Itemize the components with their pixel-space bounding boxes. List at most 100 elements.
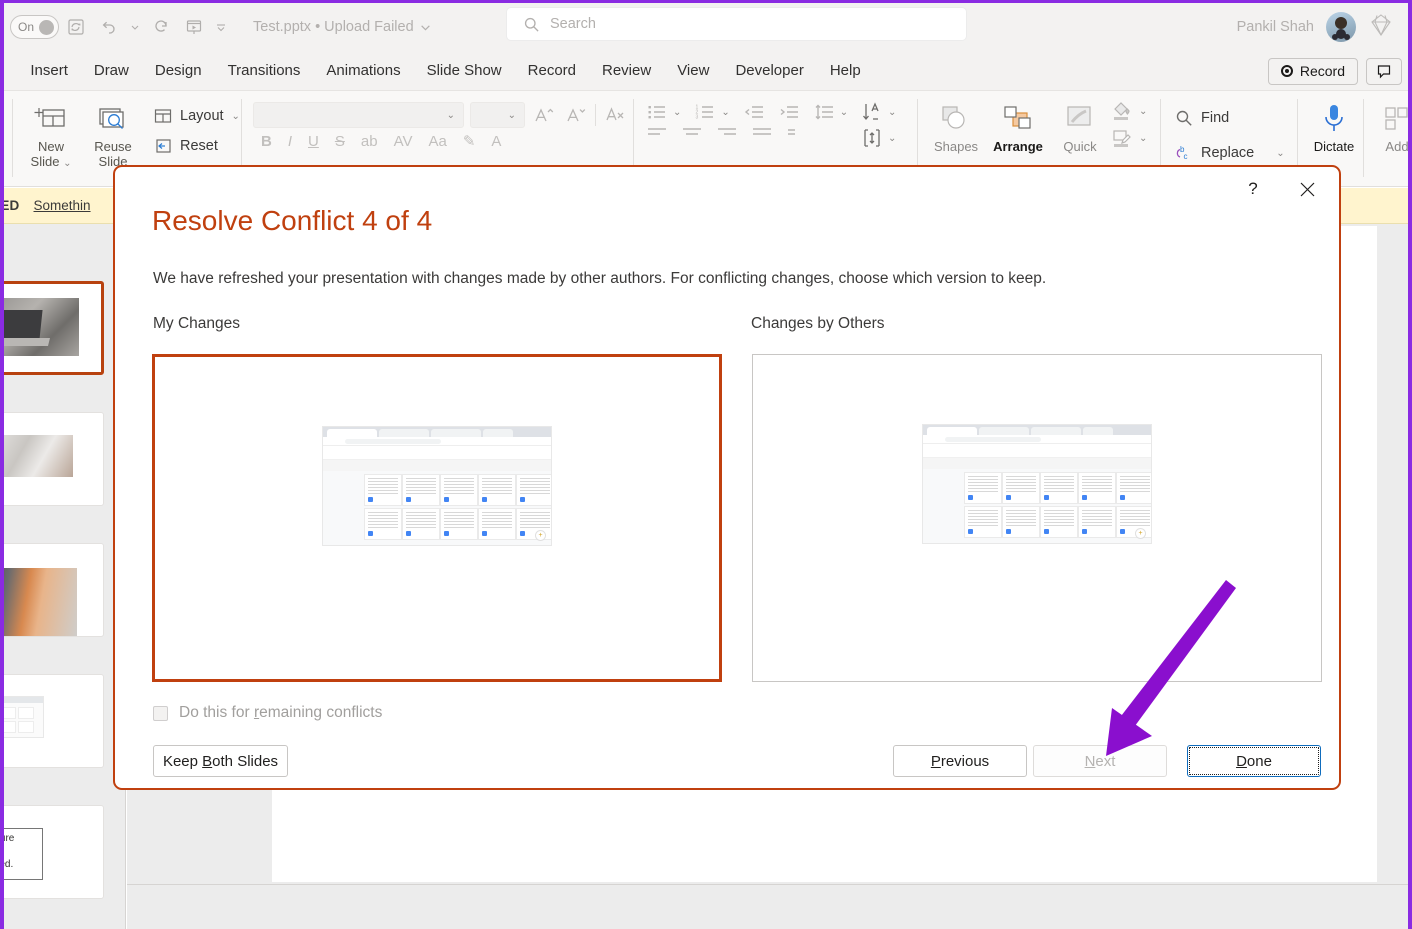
chevron-down-icon[interactable]: ⌄ [1139,106,1147,117]
find-button[interactable]: Find [1175,103,1285,133]
quick-access-toolbar: On [0,12,231,42]
chevron-down-icon[interactable]: ⌄ [888,107,896,118]
remaining-conflicts-checkbox[interactable] [153,705,168,721]
shape-outline-icon[interactable] [1111,127,1133,149]
avatar[interactable] [1326,12,1356,42]
keep-both-slides-button[interactable]: Keep Both Slides [153,745,288,777]
dialog-subtitle: We have refreshed your presentation with… [153,270,1047,287]
remaining-conflicts-checkbox-row[interactable]: Do this for remaining conflicts [153,704,382,722]
columns-icon[interactable] [787,127,807,137]
text-shadow-icon[interactable]: ab [361,133,378,150]
chevron-down-icon[interactable]: ⌄ [721,107,729,118]
increase-font-size-icon[interactable] [531,104,557,126]
decrease-indent-icon[interactable] [741,103,767,121]
chevron-down-icon[interactable]: ⌄ [1139,133,1147,144]
justify-icon[interactable] [752,127,772,137]
undo-dropdown-chevron-down-icon[interactable] [125,12,145,42]
layout-button[interactable]: Layout ⌄ [154,101,240,131]
font-name-select[interactable]: ⌄ [253,102,464,128]
reset-button[interactable]: Reset [154,131,240,161]
help-question-icon[interactable]: ? [1239,175,1267,203]
changes-by-others-preview[interactable]: + [752,354,1322,682]
line-spacing-icon[interactable] [811,103,837,121]
font-size-select[interactable]: ⌄ [470,102,525,128]
numbering-icon[interactable]: 123 [692,103,718,121]
shapes-label: Shapes [933,139,979,154]
dictate-button[interactable]: Dictate [1305,91,1363,154]
tab-draw[interactable]: Draw [81,51,142,91]
decrease-font-size-icon[interactable] [563,104,589,126]
undo-icon[interactable] [93,12,123,42]
arrange-button[interactable]: Arrange [987,91,1049,154]
new-slide-label-1: New [37,139,64,154]
new-slide-button[interactable]: New Slide ⌄ [20,91,82,171]
dialog-window-controls: ? [1239,175,1321,203]
my-changes-preview[interactable]: + [152,354,722,682]
arrange-label: Arrange [993,139,1043,154]
banner-link[interactable]: Somethin [34,198,91,213]
tab-transitions[interactable]: Transitions [215,51,314,91]
shapes-button[interactable]: Shapes [925,91,987,154]
tab-help[interactable]: Help [817,51,874,91]
tab-record[interactable]: Record [515,51,589,91]
slide-thumbnail-1[interactable] [0,281,104,375]
reuse-slides-button[interactable]: Reuse Slide [82,91,144,171]
previous-button[interactable]: Previous [893,745,1027,777]
document-title[interactable]: Test.pptx • Upload Failed [253,19,431,35]
text-direction-icon[interactable] [860,100,884,124]
slide-thumbnail-pane[interactable]: e picture n't be splayed. [0,224,126,929]
align-right-icon[interactable] [717,127,737,137]
diamond-icon[interactable] [1368,12,1394,43]
bold-icon[interactable]: B [261,133,272,150]
tab-slide-show[interactable]: Slide Show [414,51,515,91]
slide-thumbnail-2[interactable] [0,412,104,506]
align-center-icon[interactable] [682,127,702,137]
tab-developer[interactable]: Developer [722,51,816,91]
replace-button[interactable]: bc Replace ⌄ [1175,138,1285,168]
toggle-on-icon [39,19,55,35]
close-icon[interactable] [1293,175,1321,203]
redo-icon[interactable] [147,12,177,42]
chevron-down-icon[interactable]: ⌄ [840,107,848,118]
tab-animations[interactable]: Animations [313,51,413,91]
change-case-icon[interactable]: Aa [428,133,446,150]
shape-fill-icon[interactable] [1111,100,1133,122]
tab-review[interactable]: Review [589,51,664,91]
strikethrough-icon[interactable]: S [335,133,345,150]
character-spacing-icon[interactable]: AV [394,133,413,150]
text-highlight-icon[interactable]: ✎ [463,132,476,150]
underline-icon[interactable]: U [308,133,319,150]
align-left-icon[interactable] [647,127,667,137]
slide-thumbnail-4[interactable] [0,674,104,768]
align-text-icon[interactable] [860,127,884,149]
italic-icon[interactable]: I [288,133,292,150]
done-button[interactable]: Done [1187,745,1321,777]
slide-thumbnail-3[interactable] [0,543,104,637]
tab-insert[interactable]: Insert [17,51,81,91]
font-color-icon[interactable]: A [491,133,501,150]
chevron-down-icon[interactable]: ⌄ [1276,148,1284,159]
tab-design[interactable]: Design [142,51,215,91]
screenshot-frame-right [1408,0,1412,929]
chevron-down-icon: ⌄ [63,158,72,169]
chevron-down-icon[interactable]: ⌄ [673,107,681,118]
record-button[interactable]: Record [1267,57,1358,85]
replace-icon: bc [1175,144,1193,162]
powerpoint-window: On Test.pptx • Upload Failed Search Pank… [0,0,1412,929]
clear-formatting-icon[interactable] [602,104,628,126]
chevron-down-icon[interactable]: ⌄ [888,133,896,144]
autosave-toggle[interactable]: On [10,15,60,39]
customize-quick-access-icon[interactable] [211,12,231,42]
save-sync-icon[interactable] [61,12,91,42]
slide-thumbnail-5[interactable]: e picture n't be splayed. [0,805,104,899]
next-button[interactable]: Next [1033,745,1167,777]
search-input[interactable]: Search [507,8,966,40]
chevron-down-icon: ⌄ [231,110,240,122]
bullets-icon[interactable] [644,103,670,121]
add-ins-button[interactable]: Add [1372,91,1412,154]
tab-view[interactable]: View [664,51,722,91]
quick-styles-button[interactable]: Quick [1049,91,1111,154]
comment-icon[interactable] [1366,57,1402,85]
increase-indent-icon[interactable] [776,103,802,121]
start-presentation-icon[interactable] [179,12,209,42]
